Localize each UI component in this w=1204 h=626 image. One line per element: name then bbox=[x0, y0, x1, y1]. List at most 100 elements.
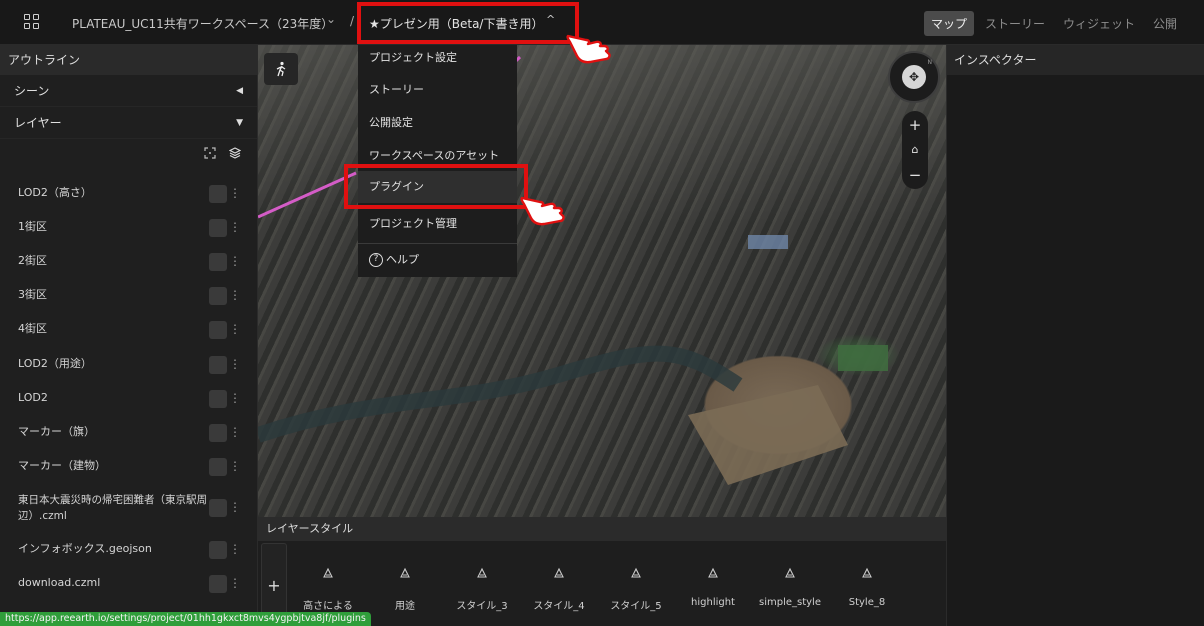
tab-map[interactable]: マップ bbox=[923, 11, 974, 36]
layer-visibility-checkbox[interactable] bbox=[209, 575, 227, 593]
layer-visibility-checkbox[interactable] bbox=[209, 321, 227, 339]
style-icon bbox=[708, 567, 718, 578]
more-icon[interactable]: ⋮ bbox=[229, 542, 241, 556]
layer-visibility-checkbox[interactable] bbox=[209, 390, 227, 408]
project-menu: プロジェクト設定 ストーリー 公開設定 ワークスペースのアセット プラグイン プ… bbox=[358, 45, 517, 277]
layer-label: 2街区 bbox=[18, 254, 47, 267]
menu-item-workspace-assets[interactable]: ワークスペースのアセット bbox=[358, 148, 517, 164]
help-label: ヘルプ bbox=[386, 253, 419, 266]
more-icon[interactable]: ⋮ bbox=[229, 391, 241, 405]
pedestrian-icon[interactable] bbox=[264, 53, 298, 85]
tab-publish[interactable]: 公開 bbox=[1146, 11, 1184, 36]
layer-label: 東日本大震災時の帰宅困難者（東京駅周辺）.czml bbox=[18, 494, 207, 522]
menu-item-project-management[interactable]: プロジェクト管理 bbox=[358, 216, 517, 232]
compass-pan-icon[interactable]: ✥ bbox=[902, 65, 926, 89]
layer-visibility-checkbox[interactable] bbox=[209, 458, 227, 476]
tab-story[interactable]: ストーリー bbox=[978, 11, 1052, 36]
style-item[interactable]: Style_8 bbox=[829, 567, 905, 608]
hand-pointer-icon bbox=[566, 34, 611, 64]
style-icon bbox=[554, 567, 564, 578]
more-icon[interactable]: ⋮ bbox=[229, 459, 241, 473]
layer-label: マーカー（旗） bbox=[18, 425, 95, 438]
inspector-panel: インスペクター bbox=[946, 45, 1204, 626]
select-icon[interactable] bbox=[204, 147, 216, 159]
layer-label: マーカー（建物） bbox=[18, 459, 106, 472]
style-icon bbox=[631, 567, 641, 578]
style-icon bbox=[477, 567, 487, 578]
layers-icon[interactable] bbox=[229, 147, 241, 159]
layer-label: 1街区 bbox=[18, 220, 47, 233]
layer-style-panel: レイヤースタイル + 高さによる 用途 スタイル_3 スタイル_4 スタイル_5… bbox=[258, 517, 946, 626]
zoom-out-button[interactable]: − bbox=[909, 166, 922, 184]
style-icon bbox=[323, 567, 333, 578]
layer-visibility-checkbox[interactable] bbox=[209, 185, 227, 203]
help-icon: ? bbox=[369, 253, 383, 267]
more-icon[interactable]: ⋮ bbox=[229, 322, 241, 336]
more-icon[interactable]: ⋮ bbox=[229, 220, 241, 234]
zoom-control: + ⌂ − bbox=[902, 111, 928, 189]
more-icon[interactable]: ⋮ bbox=[229, 254, 241, 268]
workspace-name[interactable]: PLATEAU_UC11共有ワークスペース（23年度） bbox=[72, 15, 333, 32]
style-item[interactable]: スタイル_3 bbox=[444, 567, 520, 612]
more-icon[interactable]: ⋮ bbox=[229, 357, 241, 371]
style-label: スタイル_5 bbox=[610, 601, 662, 612]
style-label: スタイル_3 bbox=[456, 601, 508, 612]
layer-section[interactable]: レイヤー ▼ bbox=[0, 107, 257, 139]
menu-item-project-settings[interactable]: プロジェクト設定 bbox=[358, 50, 517, 66]
layer-label: インフォボックス.geojson bbox=[18, 542, 152, 555]
layer-visibility-checkbox[interactable] bbox=[209, 356, 227, 374]
outline-panel: アウトライン シーン ◀ レイヤー ▼ LOD2（高さ） ⋮ 1街区 ⋮ 2街区… bbox=[0, 45, 258, 626]
project-name-highlight bbox=[357, 2, 579, 44]
style-label: Style_8 bbox=[848, 597, 886, 608]
style-item[interactable]: simple_style bbox=[752, 567, 828, 608]
layer-label: LOD2（高さ） bbox=[18, 186, 92, 199]
layer-item[interactable]: 東日本大震災時の帰宅困難者（東京駅周辺）.czml bbox=[0, 492, 210, 524]
hand-pointer-icon bbox=[520, 196, 565, 226]
style-label: highlight bbox=[691, 597, 735, 608]
layer-visibility-checkbox[interactable] bbox=[209, 424, 227, 442]
style-label: 高さによる bbox=[303, 601, 353, 612]
layer-visibility-checkbox[interactable] bbox=[209, 287, 227, 305]
layer-label: 4街区 bbox=[18, 322, 47, 335]
style-icon bbox=[862, 567, 872, 578]
scene-section[interactable]: シーン ◀ bbox=[0, 75, 257, 107]
layer-label: 3街区 bbox=[18, 288, 47, 301]
menu-item-help[interactable]: ? ヘルプ bbox=[358, 252, 517, 268]
home-icon[interactable]: ⌂ bbox=[912, 143, 919, 156]
menu-item-publish-settings[interactable]: 公開設定 bbox=[358, 115, 517, 131]
compass-north-label: N bbox=[927, 59, 933, 66]
more-icon[interactable]: ⋮ bbox=[229, 425, 241, 439]
compass-icon[interactable]: N ✥ bbox=[888, 51, 940, 103]
style-item[interactable]: スタイル_4 bbox=[521, 567, 597, 612]
style-icon bbox=[785, 567, 795, 578]
more-icon[interactable]: ⋮ bbox=[229, 576, 241, 590]
menu-divider bbox=[358, 243, 517, 244]
style-item[interactable]: 高さによる bbox=[290, 567, 366, 612]
inspector-title: インスペクター bbox=[947, 45, 1204, 75]
layer-style-title: レイヤースタイル bbox=[258, 517, 946, 541]
plugins-highlight bbox=[344, 164, 528, 209]
chevron-down-icon[interactable]: ⌄ bbox=[326, 12, 336, 26]
grid-icon[interactable] bbox=[24, 14, 40, 30]
collapse-left-icon[interactable]: ◀ bbox=[236, 86, 243, 96]
tab-widget[interactable]: ウィジェット bbox=[1056, 11, 1142, 36]
style-label: simple_style bbox=[759, 597, 821, 608]
main-tabs: マップ ストーリー ウィジェット 公開 bbox=[923, 11, 1184, 36]
layer-section-label: レイヤー bbox=[14, 116, 62, 130]
more-icon[interactable]: ⋮ bbox=[229, 186, 241, 200]
more-icon[interactable]: ⋮ bbox=[229, 500, 241, 514]
style-item[interactable]: スタイル_5 bbox=[598, 567, 674, 612]
layer-visibility-checkbox[interactable] bbox=[209, 219, 227, 237]
more-icon[interactable]: ⋮ bbox=[229, 288, 241, 302]
layer-visibility-checkbox[interactable] bbox=[209, 499, 227, 517]
scene-label: シーン bbox=[14, 84, 50, 98]
layer-visibility-checkbox[interactable] bbox=[209, 253, 227, 271]
expand-down-icon[interactable]: ▼ bbox=[236, 118, 243, 128]
layer-tools bbox=[0, 139, 257, 169]
layer-label: LOD2 bbox=[18, 391, 48, 404]
layer-visibility-checkbox[interactable] bbox=[209, 541, 227, 559]
zoom-in-button[interactable]: + bbox=[909, 116, 922, 134]
menu-item-story[interactable]: ストーリー bbox=[358, 82, 517, 98]
style-item[interactable]: 用途 bbox=[367, 567, 443, 612]
style-item[interactable]: highlight bbox=[675, 567, 751, 608]
